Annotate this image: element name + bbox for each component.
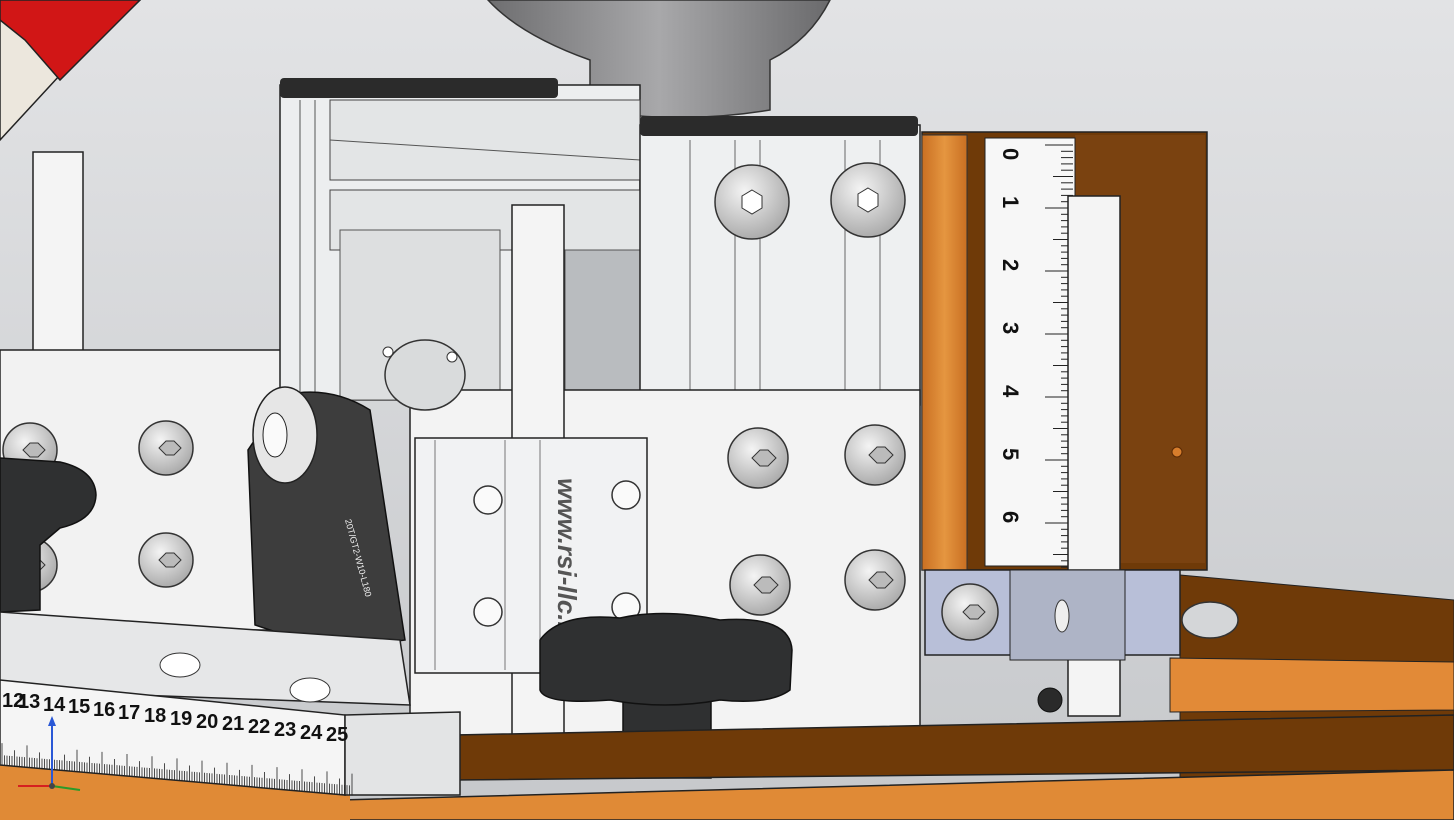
left-guide-rod[interactable] <box>32 151 84 363</box>
scale-number-6: 6 <box>998 511 1023 523</box>
plate-bolt-2[interactable] <box>844 424 906 486</box>
scale-number-4: 4 <box>998 385 1023 398</box>
ruler-number-17: 17 <box>118 702 140 724</box>
ruler-number-18: 18 <box>144 705 166 727</box>
ruler-number-15: 15 <box>68 696 90 718</box>
ruler-number-16: 16 <box>93 699 115 721</box>
left-plate-bolt-2[interactable] <box>138 420 194 476</box>
aluminum-frame-back[interactable] <box>279 78 646 401</box>
plate-bolt-3[interactable] <box>729 554 791 616</box>
threaded-hole <box>1037 687 1063 713</box>
column-bolt-1[interactable] <box>714 164 790 240</box>
ruler-number-20: 20 <box>196 711 218 733</box>
ruler-number-21: 21 <box>222 713 244 735</box>
scale-number-2: 2 <box>998 259 1023 271</box>
vertical-scale: 0 1 2 3 4 5 6 <box>984 137 1076 574</box>
ruler-number-13: 13 <box>18 691 40 713</box>
ruler-number-22: 22 <box>248 716 270 738</box>
ruler-number-23: 23 <box>274 719 296 741</box>
scale-number-1: 1 <box>998 196 1023 208</box>
pulley[interactable] <box>252 386 318 484</box>
left-plate-bolt-4[interactable] <box>138 532 194 588</box>
ruler-number-25: 25 <box>326 724 348 746</box>
cad-3d-viewport[interactable]: 0 1 2 3 4 5 6 20T/GT2-W10-L180 www.rsi-l… <box>0 0 1454 820</box>
column-bolt-2[interactable] <box>830 162 906 238</box>
ruler-number-19: 19 <box>170 708 192 730</box>
scale-number-3: 3 <box>998 322 1023 334</box>
scale-number-0: 0 <box>998 148 1023 160</box>
right-roller[interactable] <box>1181 601 1239 639</box>
scale-number-5: 5 <box>998 448 1023 460</box>
right-bracket[interactable] <box>924 569 1181 661</box>
plate-bolt-4[interactable] <box>844 549 906 611</box>
aluminum-column-right[interactable] <box>639 116 921 406</box>
plate-bolt-1[interactable] <box>727 427 789 489</box>
ruler-number-24: 24 <box>300 722 323 744</box>
ruler-number-14: 14 <box>43 694 66 716</box>
